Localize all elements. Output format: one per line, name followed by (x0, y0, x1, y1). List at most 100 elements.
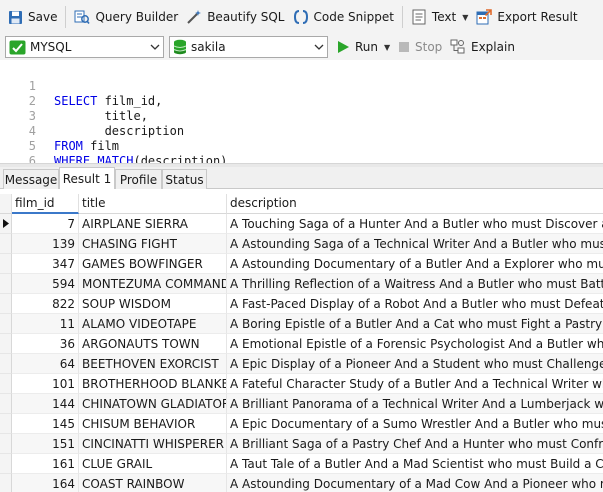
description-cell[interactable]: A Epic Display of a Pioneer And a Studen… (227, 354, 603, 374)
row-indicator[interactable] (0, 254, 12, 274)
code-text: description (54, 124, 185, 138)
title-cell[interactable]: COAST RAINBOW (79, 474, 227, 492)
column-header-film-id[interactable]: film_id (12, 194, 79, 214)
connection-icon (9, 40, 26, 55)
table-row[interactable]: 101 BROTHERHOOD BLANKET A Fateful Characte… (0, 374, 603, 394)
row-indicator[interactable] (0, 454, 12, 474)
column-header-description[interactable]: description (227, 194, 603, 214)
title-cell[interactable]: CINCINATTI WHISPERER (79, 434, 227, 454)
table-row[interactable]: 151 CINCINATTI WHISPERER A Brilliant Saga … (0, 434, 603, 454)
row-indicator[interactable] (0, 294, 12, 314)
row-indicator[interactable] (0, 214, 12, 234)
description-cell[interactable]: A Fast-Paced Display of a Robot And a Bu… (227, 294, 603, 314)
title-cell[interactable]: ALAMO VIDEOTAPE (79, 314, 227, 334)
row-indicator[interactable] (0, 414, 12, 434)
query-builder-button[interactable]: Query Builder (70, 4, 182, 30)
table-row[interactable]: 164 COAST RAINBOW A Astounding Documentary… (0, 474, 603, 492)
query-builder-icon (74, 9, 91, 25)
export-icon (476, 9, 493, 25)
film-id-cell[interactable]: 11 (12, 314, 79, 334)
database-select[interactable]: sakila (169, 36, 328, 58)
title-cell[interactable]: BROTHERHOOD BLANKET (79, 374, 227, 394)
film-id-cell[interactable]: 161 (12, 454, 79, 474)
result-grid[interactable]: film_id title description 7 AIRPLANE SIER… (0, 189, 603, 492)
row-indicator[interactable] (0, 374, 12, 394)
film-id-cell[interactable]: 822 (12, 294, 79, 314)
title-cell[interactable]: MONTEZUMA COMMAND (79, 274, 227, 294)
database-icon (173, 39, 187, 55)
current-row-arrow-icon (2, 219, 9, 228)
stop-button[interactable]: Stop (398, 37, 442, 57)
description-cell[interactable]: A Touching Saga of a Hunter And a Butler… (227, 214, 603, 234)
tab-profile[interactable]: Profile (115, 169, 162, 189)
text-format-label: Text (431, 10, 457, 24)
row-indicator[interactable] (0, 334, 12, 354)
film-id-cell[interactable]: 7 (12, 214, 79, 234)
film-id-cell[interactable]: 36 (12, 334, 79, 354)
row-indicator[interactable] (0, 274, 12, 294)
film-id-cell[interactable]: 101 (12, 374, 79, 394)
description-cell[interactable]: A Astounding Documentary of a Mad Cow An… (227, 474, 603, 492)
description-cell[interactable]: A Boring Epistle of a Butler And a Cat w… (227, 314, 603, 334)
description-cell[interactable]: A Fateful Character Study of a Butler An… (227, 374, 603, 394)
description-cell[interactable]: A Taut Tale of a Butler And a Mad Scient… (227, 454, 603, 474)
table-row[interactable]: 161 CLUE GRAIL A Taut Tale of a Butler And… (0, 454, 603, 474)
export-result-button[interactable]: Export Result (472, 4, 581, 30)
code-snippet-button[interactable]: Code Snippet (289, 4, 398, 30)
description-cell[interactable]: A Astounding Documentary of a Butler And… (227, 254, 603, 274)
tab-message[interactable]: Message (3, 169, 59, 189)
table-row[interactable]: 139 CHASING FIGHT A Astounding Saga of a T… (0, 234, 603, 254)
film-id-cell[interactable]: 594 (12, 274, 79, 294)
title-cell[interactable]: AIRPLANE SIERRA (79, 214, 227, 234)
title-cell[interactable]: CHINATOWN GLADIATOR (79, 394, 227, 414)
text-format-dropdown[interactable]: Text ▼ (407, 4, 472, 30)
description-cell[interactable]: A Emotional Epistle of a Forensic Psycho… (227, 334, 603, 354)
code-line: 6 AGAINST('Butler' IN BOOLEAN MODE ); (0, 139, 351, 183)
title-cell[interactable]: GAMES BOWFINGER (79, 254, 227, 274)
table-row[interactable]: 144 CHINATOWN GLADIATOR A Brilliant Panora… (0, 394, 603, 414)
description-cell[interactable]: A Brilliant Saga of a Pastry Chef And a … (227, 434, 603, 454)
save-button[interactable]: Save (3, 4, 61, 30)
film-id-cell[interactable]: 64 (12, 354, 79, 374)
connection-value: MYSQL (30, 40, 72, 54)
table-row[interactable]: 7 AIRPLANE SIERRA A Touching Saga of a Hun… (0, 214, 603, 234)
film-id-cell[interactable]: 347 (12, 254, 79, 274)
title-cell[interactable]: ARGONAUTS TOWN (79, 334, 227, 354)
description-cell[interactable]: A Epic Documentary of a Sumo Wrestler An… (227, 414, 603, 434)
table-row[interactable]: 347 GAMES BOWFINGER A Astounding Documenta… (0, 254, 603, 274)
title-cell[interactable]: CHISUM BEHAVIOR (79, 414, 227, 434)
run-button[interactable]: Run ▼ (337, 37, 390, 57)
table-row[interactable]: 594 MONTEZUMA COMMAND A Thrilling Reflecti… (0, 274, 603, 294)
film-id-cell[interactable]: 164 (12, 474, 79, 492)
table-row[interactable]: 64 BEETHOVEN EXORCIST A Epic Display of a … (0, 354, 603, 374)
title-cell[interactable]: CLUE GRAIL (79, 454, 227, 474)
description-cell[interactable]: A Thrilling Reflection of a Waitress And… (227, 274, 603, 294)
table-row[interactable]: 145 CHISUM BEHAVIOR A Epic Documentary of … (0, 414, 603, 434)
title-cell[interactable]: BEETHOVEN EXORCIST (79, 354, 227, 374)
table-row[interactable]: 822 SOUP WISDOM A Fast-Paced Display of a … (0, 294, 603, 314)
table-row[interactable]: 11 ALAMO VIDEOTAPE A Boring Epistle of a B… (0, 314, 603, 334)
row-indicator[interactable] (0, 354, 12, 374)
beautify-sql-button[interactable]: Beautify SQL (182, 4, 288, 30)
film-id-cell[interactable]: 139 (12, 234, 79, 254)
row-indicator[interactable] (0, 314, 12, 334)
sql-editor[interactable]: 1 SELECT film_id, 2 title, 3 description… (0, 60, 603, 183)
column-header-label: film_id (15, 196, 55, 210)
tab-status[interactable]: Status (162, 169, 207, 189)
title-cell[interactable]: CHASING FIGHT (79, 234, 227, 254)
description-cell[interactable]: A Astounding Saga of a Technical Writer … (227, 234, 603, 254)
film-id-cell[interactable]: 144 (12, 394, 79, 414)
row-indicator[interactable] (0, 434, 12, 454)
row-indicator[interactable] (0, 394, 12, 414)
connection-select[interactable]: MYSQL (5, 36, 164, 58)
film-id-cell[interactable]: 151 (12, 434, 79, 454)
column-header-title[interactable]: title (79, 194, 227, 214)
tab-result-1[interactable]: Result 1 (59, 167, 115, 190)
title-cell[interactable]: SOUP WISDOM (79, 294, 227, 314)
film-id-cell[interactable]: 145 (12, 414, 79, 434)
row-indicator[interactable] (0, 474, 12, 492)
table-row[interactable]: 36 ARGONAUTS TOWN A Emotional Epistle of a… (0, 334, 603, 354)
description-cell[interactable]: A Brilliant Panorama of a Technical Writ… (227, 394, 603, 414)
row-indicator[interactable] (0, 234, 12, 254)
explain-button[interactable]: Explain (450, 37, 515, 57)
